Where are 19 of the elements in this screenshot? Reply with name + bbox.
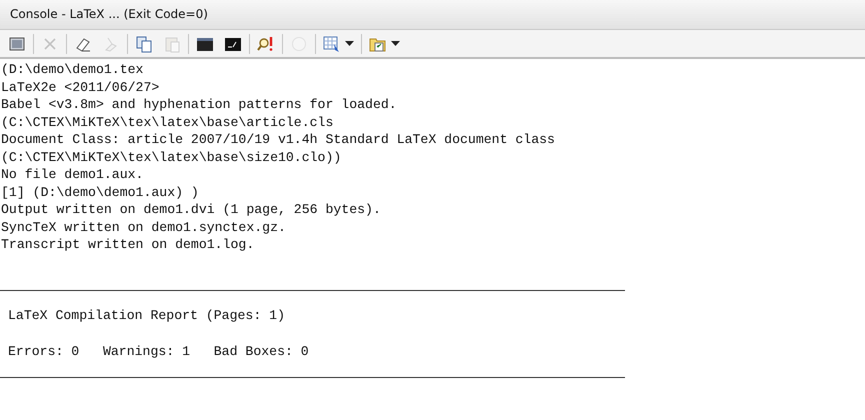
- report-title: LaTeX Compilation Report (Pages: 1): [8, 306, 286, 324]
- window-icon: [8, 34, 26, 52]
- log-line: Transcript written on demo1.log.: [1, 236, 256, 254]
- log-line: Output written on demo1.dvi (1 page, 256 bytes).: [1, 201, 382, 218]
- log-line: (C:\CTEX\MiKTeX\tex\latex\base\size10.clo)): [1, 148, 342, 166]
- log-line: Babel <v3.8m> and hyphenation patterns for loaded.: [1, 96, 398, 114]
- log-line: Document Class: article 2007/10/19 v1.4h Standard LaTeX document class: [1, 131, 556, 148]
- log-line: SyncTeX written on demo1.synctex.gz.: [1, 218, 287, 236]
- log-line: (C:\CTEX\MiKTeX\tex\latex\base\article.cls: [1, 114, 334, 131]
- log-line: LaTeX2e <2011/06/27>: [1, 78, 160, 96]
- find-icon: [257, 34, 275, 52]
- window-title: Console - LaTeX ... (Exit Code=0): [9, 6, 209, 23]
- log-line: (D:\demo\demo1.tex: [1, 61, 144, 78]
- paste-icon: [163, 34, 181, 52]
- log-line: [1] (D:\demo\demo1.aux) ): [1, 184, 200, 201]
- copy-icon: [135, 34, 153, 52]
- report-summary: Errors: 0 Warnings: 1 Bad Boxes: 0: [8, 342, 310, 360]
- table-icon: [323, 34, 341, 52]
- log-line: No file demo1.aux.: [1, 166, 144, 184]
